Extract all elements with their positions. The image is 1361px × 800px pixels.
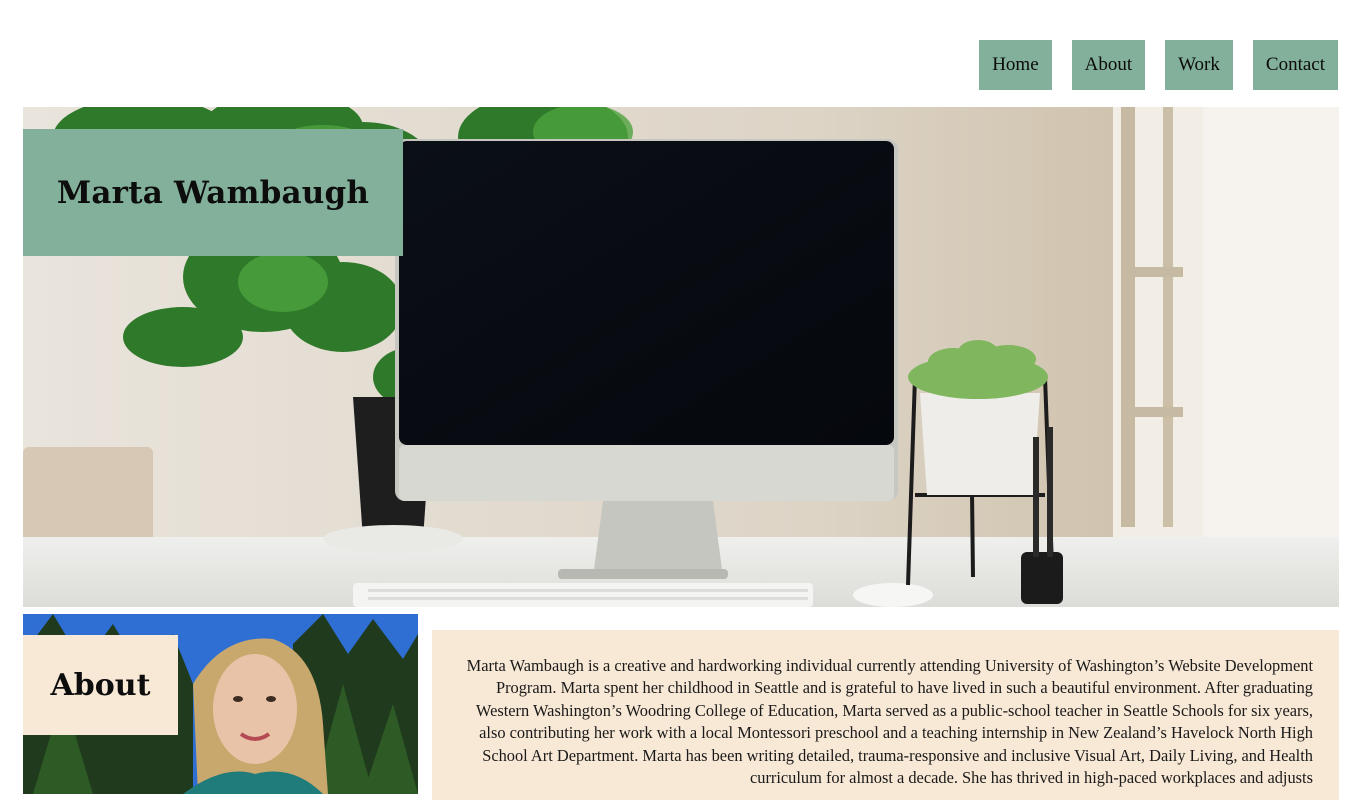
nav-contact-button[interactable]: Contact	[1252, 40, 1338, 90]
site-owner-name: Marta Wambaugh	[56, 174, 370, 211]
main-nav: Home About Work Contact	[979, 40, 1338, 90]
nav-home-button[interactable]: Home	[979, 40, 1052, 90]
about-text-panel: Marta Wambaugh is a creative and hardwor…	[432, 630, 1339, 800]
nav-work-button[interactable]: Work	[1165, 40, 1233, 90]
about-paragraph: Marta Wambaugh is a creative and hardwor…	[466, 656, 1313, 788]
about-heading-box: About	[23, 635, 178, 735]
nav-about-button[interactable]: About	[1071, 40, 1146, 90]
hero-title-box: Marta Wambaugh	[23, 129, 403, 256]
about-heading: About	[50, 667, 151, 703]
